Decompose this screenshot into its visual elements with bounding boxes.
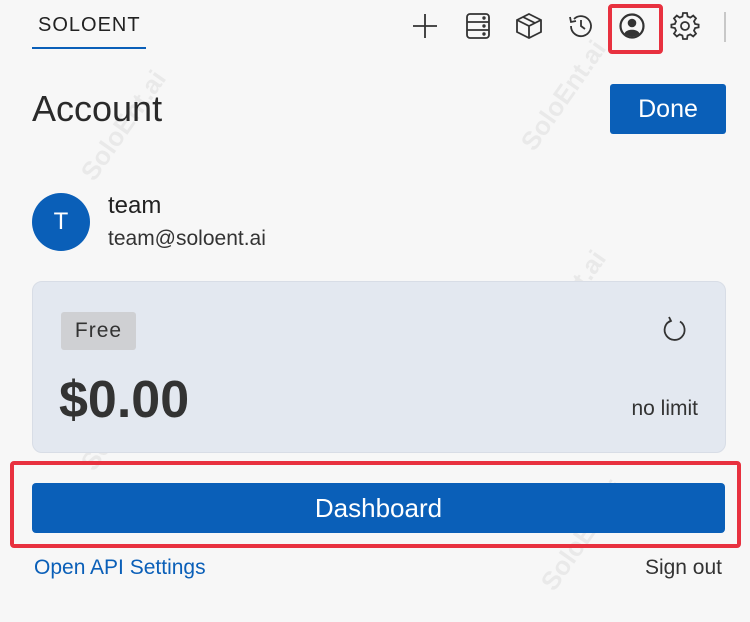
tab-soloent[interactable]: SOLOENT — [38, 14, 141, 37]
account-icon-highlight — [608, 4, 663, 54]
page-title: Account — [32, 88, 163, 129]
user-name: team — [108, 192, 162, 219]
usage-amount: $0.00 — [59, 371, 190, 429]
sign-out-link[interactable]: Sign out — [560, 556, 722, 580]
usage-limit: no limit — [631, 397, 698, 420]
package-icon[interactable] — [511, 8, 547, 44]
plan-badge: Free — [61, 312, 136, 350]
avatar: T — [32, 193, 90, 251]
server-icon[interactable] — [460, 8, 496, 44]
user-email: team@soloent.ai — [108, 227, 266, 250]
open-api-settings-link[interactable]: Open API Settings — [34, 556, 206, 580]
active-tab-indicator — [32, 47, 146, 49]
refresh-icon[interactable] — [658, 313, 692, 347]
done-button[interactable]: Done — [610, 84, 726, 134]
watermark: SoloEnt.ai — [514, 34, 612, 156]
settings-icon[interactable] — [667, 8, 703, 44]
dashboard-button-highlight — [10, 461, 741, 548]
plus-icon[interactable] — [407, 8, 443, 44]
history-icon[interactable] — [563, 8, 599, 44]
toolbar-divider — [724, 12, 726, 42]
